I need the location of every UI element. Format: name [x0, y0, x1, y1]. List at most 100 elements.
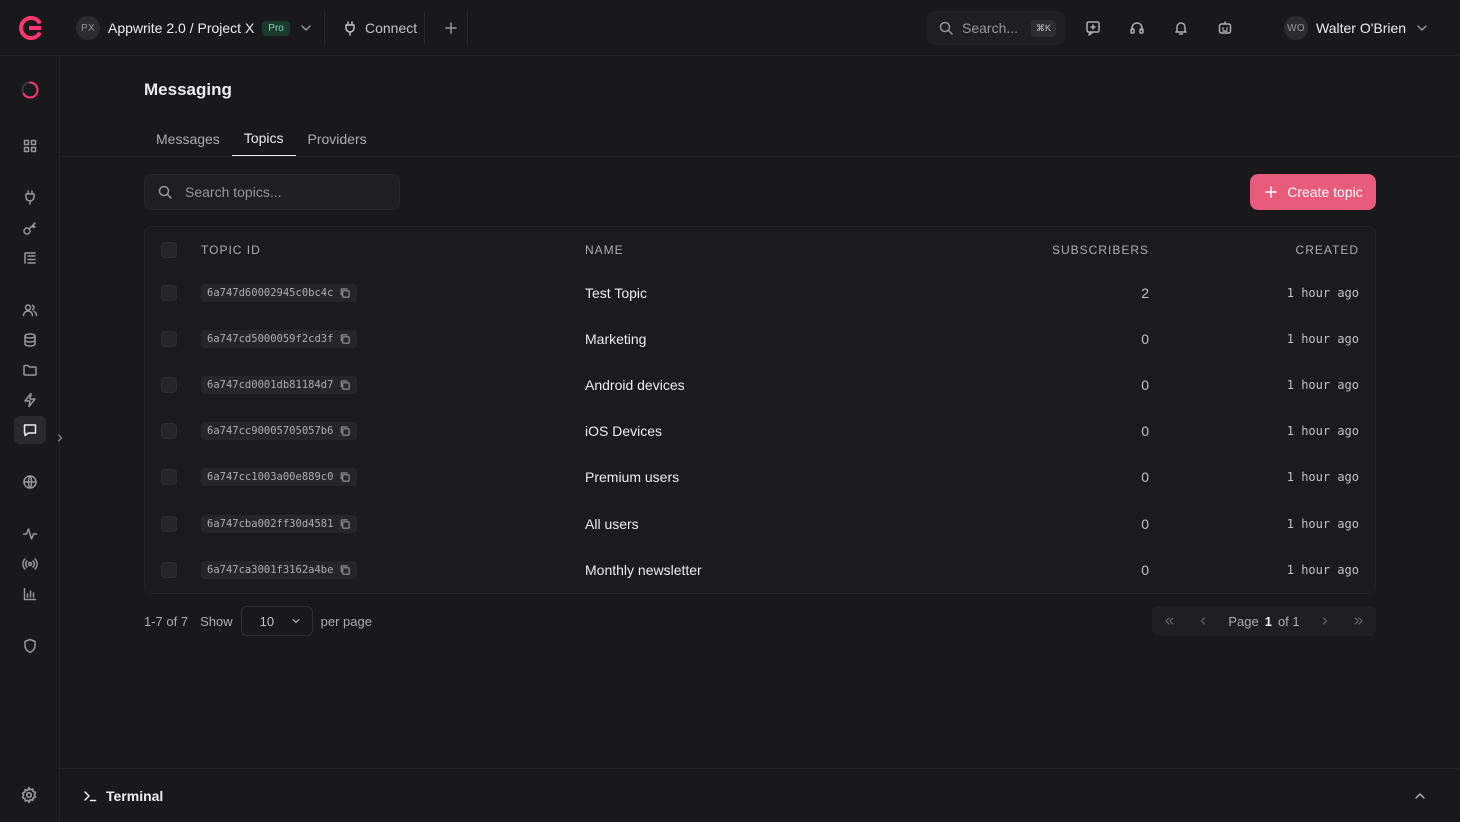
subscriber-count: 0 [1141, 423, 1149, 439]
table-row[interactable]: 6a747cc1003a00e889c0 Premium users 0 1 h… [145, 454, 1375, 500]
table-row[interactable]: 6a747cd5000059f2cd3f Marketing 0 1 hour … [145, 316, 1375, 362]
created-time: 1 hour ago [1286, 378, 1359, 392]
tab-providers[interactable]: Providers [296, 120, 379, 157]
database-icon[interactable] [14, 326, 46, 354]
row-checkbox[interactable] [161, 362, 177, 408]
topic-search[interactable] [144, 174, 400, 210]
row-checkbox[interactable] [161, 454, 177, 500]
table-header: TOPIC ID NAME SUBSCRIBERS CREATED [145, 227, 1375, 273]
row-checkbox[interactable] [161, 408, 177, 454]
per-page-select[interactable]: 10 [240, 606, 313, 636]
topic-id-cell: 6a747cc90005705057b6 [201, 408, 358, 454]
message-icon[interactable] [14, 416, 46, 444]
column-header-created[interactable]: CREATED [1296, 227, 1359, 273]
topic-id-chip[interactable]: 6a747ca3001f3162a4be [201, 561, 358, 579]
bell-icon[interactable] [1169, 16, 1193, 40]
broadcast-icon[interactable] [14, 550, 46, 578]
topic-id: 6a747cba002ff30d4581 [207, 518, 334, 530]
terminal-icon [82, 788, 98, 804]
table-row[interactable]: 6a747cba002ff30d4581 All users 0 1 hour … [145, 501, 1375, 547]
tab-messages[interactable]: Messages [144, 120, 232, 157]
topic-id: 6a747cc90005705057b6 [207, 425, 334, 437]
appwrite-logo-icon[interactable] [16, 14, 44, 42]
connect-label: Connect [365, 20, 418, 36]
table-row[interactable]: 6a747d60002945c0bc4c Test Topic 2 1 hour… [145, 270, 1375, 316]
shield-icon[interactable] [14, 632, 46, 660]
folder-icon[interactable] [14, 356, 46, 384]
globe-icon[interactable] [14, 468, 46, 496]
page-indicator: Page 1 of 1 [1228, 614, 1299, 629]
column-header-subscribers[interactable]: SUBSCRIBERS [1052, 227, 1149, 273]
list-icon[interactable] [14, 244, 46, 272]
show-label: Show [200, 613, 233, 629]
create-topic-button[interactable]: Create topic [1250, 174, 1376, 210]
plus-icon [1263, 184, 1279, 200]
topic-name: Premium users [585, 469, 680, 485]
chevron-right-icon[interactable] [52, 430, 68, 446]
topic-id-chip[interactable]: 6a747d60002945c0bc4c [201, 284, 358, 302]
first-page-icon[interactable] [1160, 612, 1178, 630]
feedback-icon[interactable] [1081, 16, 1105, 40]
support-headset-icon[interactable] [1125, 16, 1149, 40]
chevron-down-icon [298, 20, 314, 36]
column-header-topic-id[interactable]: TOPIC ID [201, 227, 261, 273]
row-checkbox[interactable] [161, 270, 177, 316]
global-search[interactable]: Search... ⌘K [926, 11, 1066, 45]
tab-topics[interactable]: Topics [231, 120, 296, 157]
progress-icon[interactable] [12, 76, 48, 104]
assistant-bot-icon[interactable] [1213, 16, 1237, 40]
activity-icon[interactable] [14, 520, 46, 548]
topic-name: Android devices [585, 377, 685, 393]
topic-id-chip[interactable]: 6a747cba002ff30d4581 [201, 515, 358, 533]
overview-icon[interactable] [14, 132, 46, 160]
page-total: of 1 [1277, 613, 1300, 629]
search-icon [157, 184, 173, 200]
connect-button[interactable]: Connect [332, 12, 427, 44]
project-switcher[interactable]: PX Appwrite 2.0 / Project X Pro [76, 16, 314, 40]
pagination: Page 1 of 1 [1152, 606, 1376, 636]
last-page-icon[interactable] [1350, 612, 1368, 630]
search-input[interactable] [185, 184, 375, 200]
subscriber-count: 0 [1141, 469, 1149, 485]
add-button[interactable] [437, 14, 465, 42]
topic-id-cell: 6a747d60002945c0bc4c [201, 270, 358, 316]
terminal-toggle[interactable]: Terminal [82, 788, 163, 804]
table-row[interactable]: 6a747ca3001f3162a4be Monthly newsletter … [145, 547, 1375, 593]
plus-icon [445, 22, 457, 34]
sidebar [0, 56, 63, 822]
chevron-down-icon [290, 615, 302, 627]
table-row[interactable]: 6a747cd0001db81184d7 Android devices 0 1… [145, 362, 1375, 408]
shortcut-badge: ⌘K [1030, 19, 1056, 37]
previous-page-icon[interactable] [1194, 612, 1212, 630]
select-all-checkbox[interactable] [161, 227, 177, 273]
topic-id-chip[interactable]: 6a747cd5000059f2cd3f [201, 330, 358, 348]
key-icon[interactable] [14, 214, 46, 242]
user-menu[interactable]: WO Walter O'Brien [1284, 16, 1430, 40]
created-time: 1 hour ago [1286, 332, 1359, 346]
terminal-bar[interactable]: Terminal [60, 768, 1460, 822]
page-title: Messaging [144, 80, 232, 99]
bolt-icon[interactable] [14, 386, 46, 414]
chart-icon[interactable] [14, 580, 46, 608]
row-checkbox[interactable] [161, 501, 177, 547]
copy-icon [341, 426, 351, 436]
column-header-name[interactable]: NAME [585, 227, 624, 273]
chevron-up-icon[interactable] [1412, 788, 1428, 804]
divider [467, 12, 468, 44]
users-icon[interactable] [14, 296, 46, 324]
table-row[interactable]: 6a747cc90005705057b6 iOS Devices 0 1 hou… [145, 408, 1375, 454]
topic-id: 6a747cd0001db81184d7 [207, 379, 334, 391]
plug-icon[interactable] [14, 183, 46, 211]
row-checkbox[interactable] [161, 316, 177, 362]
per-page-label: per page [320, 613, 372, 629]
topic-id-chip[interactable]: 6a747cc90005705057b6 [201, 422, 358, 440]
topic-id: 6a747cd5000059f2cd3f [207, 333, 334, 345]
settings-icon[interactable] [20, 786, 38, 804]
next-page-icon[interactable] [1316, 612, 1334, 630]
divider [424, 12, 425, 44]
topic-id-chip[interactable]: 6a747cd0001db81184d7 [201, 376, 358, 394]
created-time: 1 hour ago [1286, 470, 1359, 484]
result-range: 1-7 of 7 [144, 613, 189, 629]
row-checkbox[interactable] [161, 547, 177, 593]
topic-id-chip[interactable]: 6a747cc1003a00e889c0 [201, 468, 358, 486]
